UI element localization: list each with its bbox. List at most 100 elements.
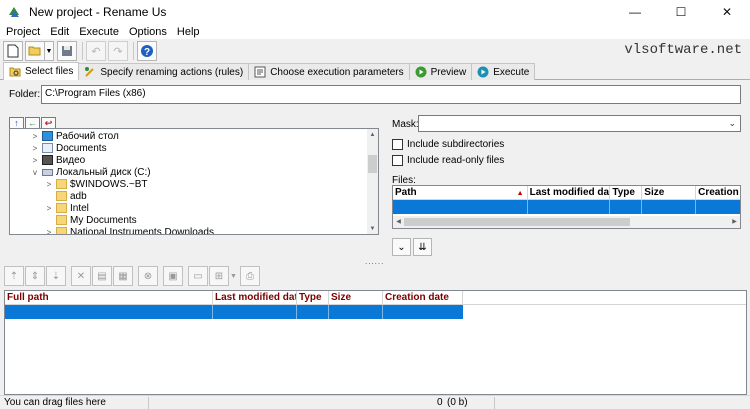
move-bottom-button[interactable]: ⇣ <box>46 266 66 286</box>
files-table[interactable]: Path ▲ Last modified date Type Size Crea… <box>392 185 741 229</box>
folder-field[interactable]: C:\Program Files (x86) <box>41 85 741 104</box>
column-header-size[interactable]: Size <box>642 186 697 199</box>
wizard-tabs: Select files Specify renaming actions (r… <box>0 62 750 80</box>
toolbar-separator <box>133 42 134 60</box>
scroll-up-arrow-icon[interactable]: ▲ <box>367 129 378 140</box>
tree-item-my-documents[interactable]: My Documents <box>44 214 137 226</box>
menu-help[interactable]: Help <box>172 26 205 38</box>
tree-item-adb[interactable]: adb <box>44 190 87 202</box>
add-selected-button[interactable]: ⌄ <box>392 238 411 256</box>
files-table-header: Path ▲ Last modified date Type Size Crea… <box>393 186 740 200</box>
chevron-down-icon[interactable]: ⌄ <box>728 118 736 129</box>
documents-icon <box>42 143 53 153</box>
open-recent-dropdown[interactable]: ▼ <box>44 41 54 61</box>
move-up-down-button[interactable]: ⇕ <box>25 266 45 286</box>
columns-button[interactable]: ▭ <box>188 266 208 286</box>
tree-item-desktop[interactable]: > Рабочий стол <box>30 130 119 142</box>
expand-icon[interactable]: > <box>44 180 54 189</box>
open-project-button[interactable] <box>25 41 45 61</box>
tree-item-local-disk[interactable]: v Локальный диск (C:) <box>30 166 151 178</box>
menu-project[interactable]: Project <box>1 26 45 38</box>
column-header-type[interactable]: Type <box>610 186 643 199</box>
mask-select[interactable]: ⌄ <box>418 115 741 132</box>
folder-icon <box>56 227 67 234</box>
add-all-button[interactable]: ⇊ <box>413 238 432 256</box>
include-subdirectories-option[interactable]: Include subdirectories <box>392 139 504 150</box>
tab-renaming-actions[interactable]: Specify renaming actions (rules) <box>78 63 250 80</box>
column-header-last-modified[interactable]: Last modified date <box>213 291 297 304</box>
scroll-right-arrow-icon[interactable]: ▶ <box>729 216 740 227</box>
menu-execute[interactable]: Execute <box>74 26 124 38</box>
scroll-thumb[interactable] <box>404 218 630 226</box>
expand-icon[interactable]: > <box>30 132 40 141</box>
clear-list-button[interactable]: ▦ <box>113 266 133 286</box>
expand-icon[interactable]: > <box>30 156 40 165</box>
tree-item-windows-bt[interactable]: > $WINDOWS.~BT <box>44 178 148 190</box>
menu-options[interactable]: Options <box>124 26 172 38</box>
expand-icon[interactable]: > <box>44 228 54 235</box>
files-horizontal-scrollbar[interactable]: ◀ ▶ <box>393 216 740 228</box>
folder-tree[interactable]: > Рабочий стол > Documents > Видео v Лок… <box>9 128 379 235</box>
splitter-grip[interactable]: ...... <box>365 257 384 266</box>
menu-edit[interactable]: Edit <box>45 26 74 38</box>
execute-icon <box>477 66 489 78</box>
add-files-buttons: ⌄ ⇊ <box>392 238 434 256</box>
tree-item-ni-downloads[interactable]: > National Instruments Downloads <box>44 226 214 235</box>
tree-item-video[interactable]: > Видео <box>30 154 86 166</box>
scroll-left-arrow-icon[interactable]: ◀ <box>393 216 404 227</box>
tree-item-documents[interactable]: > Documents <box>30 142 107 154</box>
tab-execution-parameters[interactable]: Choose execution parameters <box>248 63 410 80</box>
scroll-down-arrow-icon[interactable]: ▼ <box>367 223 378 234</box>
help-button[interactable]: ? <box>137 41 157 61</box>
expand-icon[interactable]: > <box>30 144 40 153</box>
collapse-icon[interactable]: v <box>30 168 40 177</box>
column-header-size[interactable]: Size <box>329 291 383 304</box>
table-row[interactable] <box>393 200 740 214</box>
remove-icon: ✕ <box>76 270 86 282</box>
expand-icon[interactable]: > <box>44 204 54 213</box>
include-readonly-checkbox[interactable] <box>392 155 403 166</box>
close-button[interactable]: ✕ <box>704 0 750 24</box>
remove-button[interactable]: ✕ <box>71 266 91 286</box>
column-header-type[interactable]: Type <box>297 291 329 304</box>
main-toolbar: ▼ ↶ ↷ ? vlsoftware.net <box>0 39 750 63</box>
chevron-down-icon[interactable]: ▼ <box>230 273 237 280</box>
column-header-last-modified[interactable]: Last modified date <box>528 186 611 199</box>
column-header-full-path[interactable]: Full path <box>5 291 213 304</box>
scroll-thumb[interactable] <box>368 155 377 173</box>
arrow-up-icon: ↑ <box>14 118 19 128</box>
properties-button[interactable]: ▣ <box>163 266 183 286</box>
table-row[interactable] <box>5 305 463 319</box>
tree-item-label: My Documents <box>70 214 137 226</box>
include-subdirectories-checkbox[interactable] <box>392 139 403 150</box>
svg-text:?: ? <box>144 47 150 58</box>
tree-item-intel[interactable]: > Intel <box>44 202 89 214</box>
print-button[interactable]: ⎙ <box>239 266 260 286</box>
find-button[interactable]: ⊗ <box>138 266 158 286</box>
toolbar-separator <box>82 42 83 60</box>
tab-execute[interactable]: Execute <box>471 63 536 80</box>
move-top-button[interactable]: ⇡ <box>4 266 24 286</box>
tab-select-files[interactable]: Select files <box>3 62 80 80</box>
undo-button[interactable]: ↶ <box>86 41 106 61</box>
files-list[interactable]: Full path Last modified date Type Size C… <box>4 290 747 395</box>
tab-preview[interactable]: Preview <box>408 63 473 80</box>
new-project-button[interactable] <box>3 41 23 61</box>
column-header-creation-date[interactable]: Creation d <box>696 186 740 199</box>
redo-button[interactable]: ↷ <box>108 41 128 61</box>
tree-item-label: Видео <box>56 154 86 166</box>
folder-icon <box>56 203 67 213</box>
remove-selected-button[interactable]: ▤ <box>92 266 112 286</box>
include-readonly-option[interactable]: Include read-only files <box>392 155 504 166</box>
maximize-button[interactable]: ☐ <box>658 0 704 24</box>
column-header-path[interactable]: Path ▲ <box>393 186 528 199</box>
help-icon: ? <box>141 45 153 58</box>
tree-item-label: Локальный диск (C:) <box>56 166 151 178</box>
minimize-button[interactable]: — <box>612 0 658 24</box>
save-button[interactable] <box>57 41 77 61</box>
folder-icon <box>56 191 67 201</box>
column-header-creation-date[interactable]: Creation date <box>383 291 463 304</box>
add-column-button[interactable]: ⊞ <box>209 266 229 286</box>
tree-scrollbar[interactable]: ▲ ▼ <box>367 129 378 234</box>
status-hint: You can drag files here <box>4 397 106 408</box>
